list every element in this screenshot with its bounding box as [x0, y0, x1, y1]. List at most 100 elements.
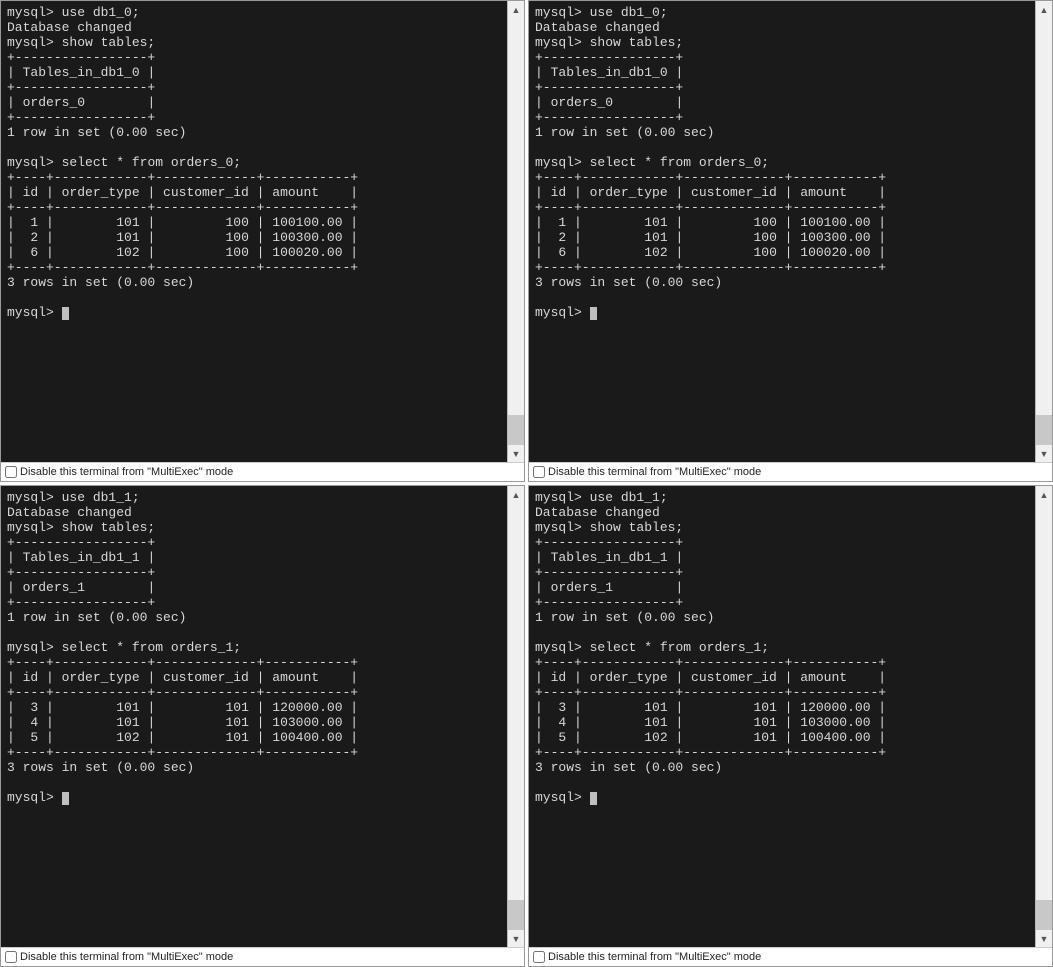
scroll-thumb[interactable] — [1036, 900, 1052, 930]
cell: 100 — [225, 245, 248, 260]
result-footer: 3 rows in set (0.00 sec) — [535, 275, 722, 290]
result-footer: 3 rows in set (0.00 sec) — [7, 760, 194, 775]
col-id: id — [23, 185, 39, 200]
cell: 101 — [753, 700, 776, 715]
disable-multiexec-checkbox[interactable] — [5, 951, 17, 963]
cell: 103000.00 — [800, 715, 870, 730]
cell: 103000.00 — [272, 715, 342, 730]
terminal-output[interactable]: mysql> use db1_1; Database changed mysql… — [1, 486, 507, 947]
select-stmt: select * from orders_1; — [590, 640, 769, 655]
prompt: mysql> — [7, 155, 54, 170]
cell: 101 — [225, 715, 248, 730]
select-stmt: select * from orders_0; — [590, 155, 769, 170]
cell: 1 — [30, 215, 38, 230]
cell: 100300.00 — [272, 230, 342, 245]
cell: 100 — [753, 215, 776, 230]
scroll-up-icon[interactable]: ▲ — [508, 486, 524, 503]
scroll-down-icon[interactable]: ▼ — [508, 445, 524, 462]
cell: 4 — [30, 715, 38, 730]
result-footer: 3 rows in set (0.00 sec) — [7, 275, 194, 290]
table-name: orders_0 — [23, 95, 85, 110]
cell: 101 — [753, 715, 776, 730]
cell: 102 — [116, 730, 139, 745]
cell: 101 — [644, 700, 667, 715]
cell: 100 — [753, 245, 776, 260]
col-id: id — [551, 670, 567, 685]
scroll-thumb[interactable] — [508, 900, 524, 930]
scroll-up-icon[interactable]: ▲ — [1036, 486, 1052, 503]
cell: 101 — [116, 215, 139, 230]
disable-multiexec-checkbox[interactable] — [533, 951, 545, 963]
scroll-up-icon[interactable]: ▲ — [508, 1, 524, 18]
disable-multiexec-label: Disable this terminal from "MultiExec" m… — [20, 466, 233, 478]
disable-multiexec-label: Disable this terminal from "MultiExec" m… — [548, 951, 761, 963]
prompt: mysql> — [7, 790, 54, 805]
result-footer: 3 rows in set (0.00 sec) — [535, 760, 722, 775]
cell: 2 — [558, 230, 566, 245]
col-ordertype: order_type — [62, 185, 140, 200]
terminal-pane: mysql> use db1_0; Database changed mysql… — [528, 0, 1053, 482]
cell: 100100.00 — [800, 215, 870, 230]
disable-multiexec-checkbox[interactable] — [533, 466, 545, 478]
col-ordertype: order_type — [62, 670, 140, 685]
terminal-grid: mysql> use db1_0; Database changed mysql… — [0, 0, 1053, 967]
table-name: orders_1 — [551, 580, 613, 595]
disable-multiexec-label: Disable this terminal from "MultiExec" m… — [548, 466, 761, 478]
scroll-track[interactable] — [1036, 18, 1052, 445]
tables-header: Tables_in_db1_1 — [551, 550, 668, 565]
prompt: mysql> — [535, 35, 582, 50]
col-id: id — [23, 670, 39, 685]
table-name: orders_0 — [551, 95, 613, 110]
col-customerid: customer_id — [163, 670, 249, 685]
vertical-scrollbar[interactable]: ▲ ▼ — [507, 1, 524, 462]
scroll-down-icon[interactable]: ▼ — [1036, 445, 1052, 462]
col-customerid: customer_id — [691, 670, 777, 685]
select-stmt: select * from orders_1; — [62, 640, 241, 655]
cell: 101 — [116, 715, 139, 730]
vertical-scrollbar[interactable]: ▲ ▼ — [1035, 1, 1052, 462]
vertical-scrollbar[interactable]: ▲ ▼ — [507, 486, 524, 947]
scroll-track[interactable] — [508, 503, 524, 930]
scroll-down-icon[interactable]: ▼ — [1036, 930, 1052, 947]
cell: 120000.00 — [800, 700, 870, 715]
result-footer: 1 row in set (0.00 sec) — [7, 125, 186, 140]
scroll-down-icon[interactable]: ▼ — [508, 930, 524, 947]
prompt: mysql> — [7, 490, 54, 505]
prompt: mysql> — [7, 35, 54, 50]
cell: 100400.00 — [272, 730, 342, 745]
cell: 100 — [225, 215, 248, 230]
prompt: mysql> — [7, 5, 54, 20]
disable-multiexec-checkbox[interactable] — [5, 466, 17, 478]
prompt: mysql> — [535, 640, 582, 655]
prompt: mysql> — [535, 305, 582, 320]
cell: 3 — [30, 700, 38, 715]
cursor-icon — [62, 307, 69, 320]
scroll-track[interactable] — [1036, 503, 1052, 930]
cell: 2 — [30, 230, 38, 245]
col-amount: amount — [272, 670, 319, 685]
cursor-icon — [590, 792, 597, 805]
cell: 101 — [116, 230, 139, 245]
terminal-output[interactable]: mysql> use db1_1; Database changed mysql… — [529, 486, 1035, 947]
terminal-output[interactable]: mysql> use db1_0; Database changed mysql… — [529, 1, 1035, 462]
table-name: orders_1 — [23, 580, 85, 595]
scroll-thumb[interactable] — [1036, 415, 1052, 445]
result-footer: 1 row in set (0.00 sec) — [535, 125, 714, 140]
vertical-scrollbar[interactable]: ▲ ▼ — [1035, 486, 1052, 947]
cell: 120000.00 — [272, 700, 342, 715]
cell: 5 — [558, 730, 566, 745]
prompt: mysql> — [535, 5, 582, 20]
prompt: mysql> — [535, 520, 582, 535]
cell: 5 — [30, 730, 38, 745]
scroll-up-icon[interactable]: ▲ — [1036, 1, 1052, 18]
col-id: id — [551, 185, 567, 200]
cell: 102 — [644, 730, 667, 745]
select-stmt: select * from orders_0; — [62, 155, 241, 170]
tables-header: Tables_in_db1_0 — [23, 65, 140, 80]
cell: 100 — [753, 230, 776, 245]
col-customerid: customer_id — [163, 185, 249, 200]
scroll-thumb[interactable] — [508, 415, 524, 445]
terminal-output[interactable]: mysql> use db1_0; Database changed mysql… — [1, 1, 507, 462]
result-footer: 1 row in set (0.00 sec) — [7, 610, 186, 625]
scroll-track[interactable] — [508, 18, 524, 445]
